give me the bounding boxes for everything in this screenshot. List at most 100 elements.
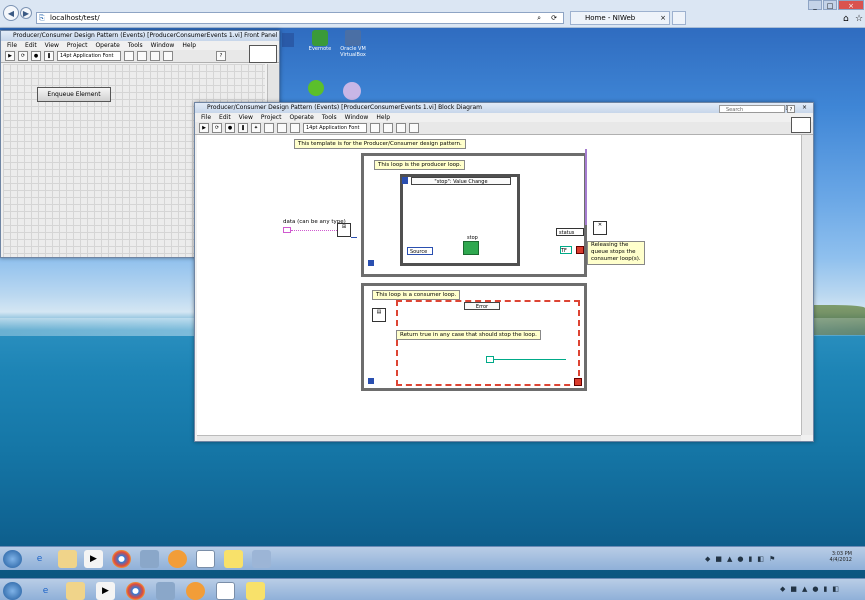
menu-view[interactable]: View (45, 41, 59, 50)
tab-home-niweb[interactable]: Home - NIWeb × (570, 11, 670, 25)
labview-icon[interactable] (224, 550, 243, 568)
highlight-icon[interactable]: ✦ (251, 123, 261, 133)
chrome-icon[interactable] (112, 550, 131, 568)
menu-tools[interactable]: Tools (128, 41, 143, 50)
obtain-queue-node[interactable]: ⊞ (337, 223, 351, 237)
explorer-icon[interactable] (58, 550, 77, 568)
help-icon[interactable]: ? (787, 105, 795, 113)
event-structure[interactable]: "stop": Value Change Source stop (400, 174, 520, 266)
ie-icon[interactable]: e (36, 582, 55, 600)
refresh-icon[interactable]: ⟳ (551, 13, 557, 24)
resize-icon[interactable] (150, 51, 160, 61)
search-field[interactable]: Search (719, 105, 785, 113)
menu-file[interactable]: File (7, 41, 17, 50)
block-diagram-vscroll[interactable] (801, 135, 813, 435)
maximize-icon[interactable]: □ (823, 0, 837, 10)
virtualbox-icon[interactable] (140, 550, 159, 568)
desktop-icon-spotify[interactable] (305, 80, 327, 96)
producer-while-loop[interactable]: This loop is the producer loop. "stop": … (361, 153, 587, 277)
reorder-icon[interactable] (396, 123, 406, 133)
release-queue-node[interactable]: ✕ (593, 221, 607, 235)
start-icon[interactable] (3, 550, 22, 568)
abort-icon[interactable]: ● (31, 51, 41, 61)
desktop-icon-virtualbox[interactable]: Oracle VM VirtualBox (340, 30, 366, 58)
help-icon[interactable]: ? (216, 51, 226, 61)
block-diagram-hscroll[interactable] (197, 435, 801, 441)
menu-operate[interactable]: Operate (289, 113, 313, 122)
step-into-icon[interactable] (277, 123, 287, 133)
tray-icons[interactable]: ◆■▲●▮◧⚑ (705, 555, 795, 563)
back-icon[interactable]: ◀ (3, 5, 19, 21)
clock[interactable]: 3:03 PM 4/4/2012 (806, 551, 852, 563)
retain-wire-icon[interactable] (264, 123, 274, 133)
menu-tools[interactable]: Tools (322, 113, 337, 122)
data-constant[interactable] (283, 227, 291, 233)
menu-help[interactable]: Help (376, 113, 390, 122)
address-bar[interactable]: ⎘ localhost/test/ ⌕ ⟳ (36, 12, 564, 24)
menu-project[interactable]: Project (261, 113, 282, 122)
cleanup-icon[interactable] (409, 123, 419, 133)
desktop-icon-evernote[interactable]: Evernote (307, 30, 333, 52)
home-icon[interactable]: ⌂ (843, 14, 849, 24)
tray-icons[interactable]: ◆■▲●▮◧ (780, 585, 860, 593)
run-continuous-icon[interactable]: ⟳ (212, 123, 222, 133)
close-icon[interactable]: × (660, 12, 666, 25)
reorder-icon[interactable] (163, 51, 173, 61)
font-selector[interactable]: 14pt Application Font (57, 51, 121, 61)
distribute-icon[interactable] (383, 123, 393, 133)
star-icon[interactable]: ☆ (855, 14, 863, 24)
start-icon[interactable] (3, 582, 22, 600)
media-icon[interactable]: ▶ (84, 550, 103, 568)
media-icon[interactable]: ▶ (96, 582, 115, 600)
close-window-icon[interactable]: × (838, 0, 864, 10)
menu-edit[interactable]: Edit (25, 41, 37, 50)
labview-icon[interactable] (246, 582, 265, 600)
run-arrow-icon[interactable]: ▶ (5, 51, 15, 61)
stop-terminal[interactable] (463, 241, 479, 255)
new-tab-button[interactable] (672, 11, 686, 25)
error-case-selector[interactable]: Error (464, 302, 500, 310)
labview-fp-icon[interactable] (216, 582, 235, 600)
explorer-icon[interactable] (66, 582, 85, 600)
menu-help[interactable]: Help (182, 41, 196, 50)
forward-icon[interactable]: ▶ (20, 7, 32, 19)
minimize-icon[interactable]: _ (808, 0, 822, 10)
status-node[interactable]: status (556, 228, 584, 236)
source-node[interactable]: Source (407, 247, 433, 255)
labview-fp-icon[interactable] (196, 550, 215, 568)
align-icon[interactable] (370, 123, 380, 133)
app-icon[interactable] (168, 550, 187, 568)
consumer-while-loop[interactable]: This loop is a consumer loop. ▤ Error Re… (361, 283, 587, 391)
close-icon[interactable]: × (802, 103, 807, 113)
menu-window[interactable]: Window (151, 41, 175, 50)
menu-project[interactable]: Project (67, 41, 88, 50)
chrome-icon[interactable] (126, 582, 145, 600)
dequeue-node[interactable]: ▤ (372, 308, 386, 322)
run-arrow-icon[interactable]: ▶ (199, 123, 209, 133)
producer-stop-icon[interactable] (576, 246, 584, 254)
virtualbox-icon[interactable] (156, 582, 175, 600)
pause-icon[interactable]: ❚ (238, 123, 248, 133)
remote-icon[interactable] (252, 550, 271, 568)
menu-edit[interactable]: Edit (219, 113, 231, 122)
consumer-stop-icon[interactable] (574, 378, 582, 386)
app-icon[interactable] (186, 582, 205, 600)
font-selector[interactable]: 14pt Application Font (303, 123, 367, 133)
consumer-case-structure[interactable]: Error Return true in any case that shoul… (396, 300, 580, 386)
ni-app-icon[interactable] (282, 33, 294, 47)
menu-window[interactable]: Window (345, 113, 369, 122)
purple-app-icon[interactable] (343, 82, 361, 100)
run-continuous-icon[interactable]: ⟳ (18, 51, 28, 61)
search-icon[interactable]: ⌕ (537, 13, 541, 24)
pause-icon[interactable]: ❚ (44, 51, 54, 61)
step-over-icon[interactable] (290, 123, 300, 133)
ie-icon[interactable]: e (30, 550, 49, 568)
menu-view[interactable]: View (239, 113, 253, 122)
vi-connector-icon[interactable] (791, 117, 811, 133)
enqueue-element-button[interactable]: Enqueue Element (37, 87, 111, 102)
vi-connector-icon[interactable] (249, 45, 277, 63)
event-case-selector[interactable]: "stop": Value Change (411, 177, 511, 185)
block-diagram-canvas[interactable]: This template is for the Producer/Consum… (197, 135, 801, 435)
abort-icon[interactable]: ● (225, 123, 235, 133)
distribute-icon[interactable] (137, 51, 147, 61)
